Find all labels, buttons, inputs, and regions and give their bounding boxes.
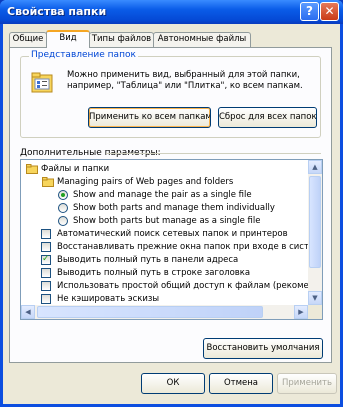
- horizontal-scroll-thumb[interactable]: [37, 306, 263, 318]
- checkbox-auto-search-network[interactable]: [41, 229, 51, 239]
- radio-single-file[interactable]: [58, 190, 68, 200]
- cancel-button[interactable]: Отмена: [209, 373, 273, 394]
- apply-button: Применить: [277, 373, 337, 394]
- list-item-label: Выводить полный путь в панели адреса: [57, 255, 239, 265]
- checkbox-full-path-address[interactable]: [41, 254, 51, 265]
- list-item-web-pages-folder: Managing pairs of Web pages and folders: [57, 177, 234, 187]
- horizontal-scrollbar[interactable]: ◀ ▶: [21, 305, 308, 319]
- scroll-down-button[interactable]: ▼: [308, 291, 322, 305]
- list-item-label: Show both parts but manage as a single f…: [73, 216, 261, 226]
- list-item-label: Не кэшировать эскизы: [57, 294, 160, 304]
- reset-all-folders-button[interactable]: Сброс для всех папок: [218, 107, 317, 128]
- separator: [106, 153, 321, 154]
- restore-defaults-button[interactable]: Восстановить умолчания: [203, 338, 323, 359]
- list-item-label: Автоматический поиск сетевых папок и при…: [57, 229, 288, 239]
- help-button[interactable]: ?: [300, 2, 319, 21]
- list-item-label: Show both parts and manage them individu…: [73, 203, 275, 213]
- tab-view[interactable]: Вид: [46, 30, 90, 48]
- scroll-up-button[interactable]: ▲: [308, 160, 322, 174]
- checkbox-no-thumbnail-cache[interactable]: [41, 294, 51, 304]
- view-tab-panel: Представление папок Можно применить вид,…: [9, 47, 332, 363]
- tab-general[interactable]: Общие: [9, 32, 47, 47]
- folder-icon: [42, 177, 54, 187]
- folder-options-dialog: Свойства папки ? ✕ Общие Вид Типы файлов…: [0, 0, 343, 407]
- list-item-label: Восстанавливать прежние окна папок при в…: [57, 242, 321, 252]
- folder-views-group-label: Представление папок: [29, 50, 138, 60]
- title-bar[interactable]: Свойства папки ? ✕: [0, 0, 343, 24]
- apply-to-all-folders-button[interactable]: Применить ко всем папкам: [88, 107, 211, 128]
- checkbox-restore-windows[interactable]: [41, 242, 51, 252]
- checkbox-full-path-title[interactable]: [41, 268, 51, 278]
- folder-views-group: Представление папок Можно применить вид,…: [20, 50, 321, 138]
- ok-button[interactable]: ОК: [141, 373, 205, 394]
- radio-manage-individually[interactable]: [58, 203, 68, 213]
- list-item-label: Использовать простой общий доступ к файл…: [57, 281, 315, 291]
- radio-manage-as-single[interactable]: [58, 216, 68, 226]
- scroll-right-button[interactable]: ▶: [294, 305, 308, 319]
- folder-views-description: Можно применить вид, выбранный для этой …: [67, 70, 303, 91]
- tab-offline-files[interactable]: Автономные файлы: [153, 32, 251, 47]
- folder-views-icon: [31, 72, 53, 93]
- scroll-left-button[interactable]: ◀: [21, 305, 35, 319]
- window-title: Свойства папки: [7, 5, 107, 18]
- vertical-scrollbar[interactable]: ▲ ▼: [308, 160, 322, 305]
- checkbox-simple-sharing[interactable]: [41, 281, 51, 291]
- folder-icon: [26, 164, 38, 174]
- scroll-corner: [308, 305, 322, 319]
- list-item-files-and-folders: Файлы и папки: [41, 164, 110, 174]
- list-item-label: Show and manage the pair as a single fil…: [73, 190, 252, 200]
- list-item-label: Выводить полный путь в строке заголовка: [57, 268, 251, 278]
- vertical-scroll-thumb[interactable]: [309, 176, 321, 268]
- close-button[interactable]: ✕: [320, 2, 339, 21]
- tab-file-types[interactable]: Типы файлов: [89, 32, 154, 47]
- advanced-settings-list[interactable]: Файлы и папки Managing pairs of Web page…: [20, 159, 323, 320]
